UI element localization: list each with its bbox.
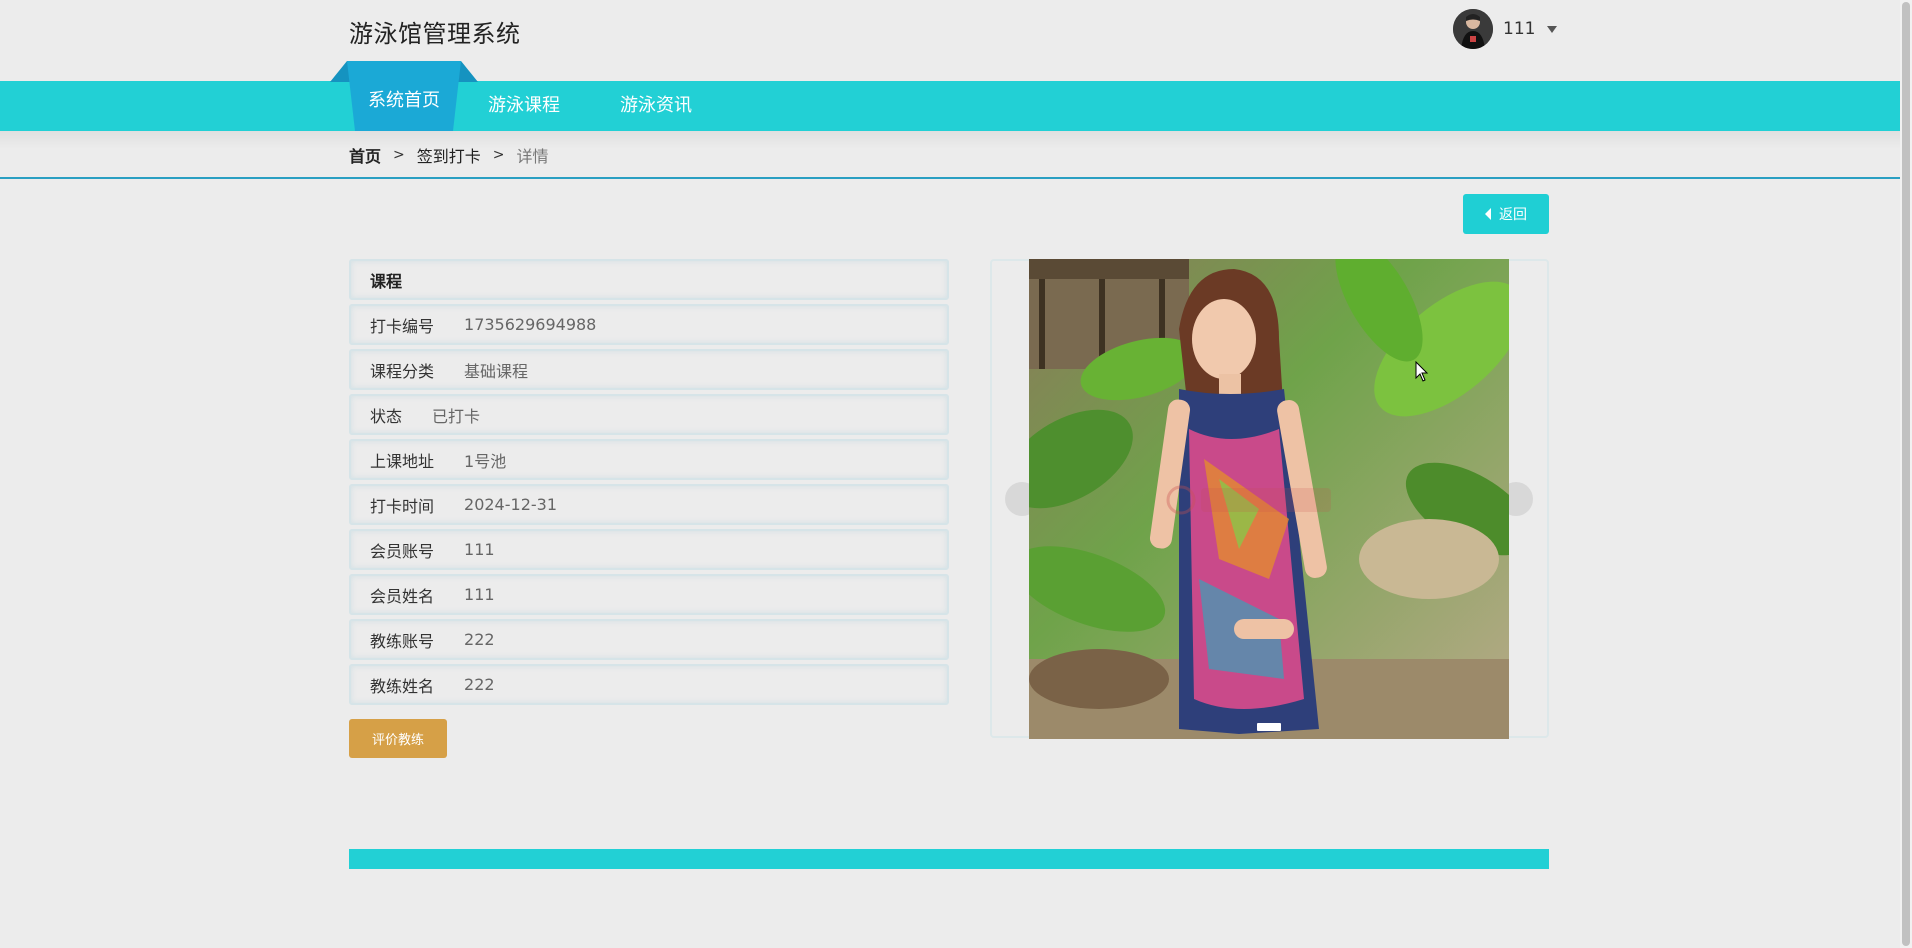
breadcrumb-separator: > [393, 147, 405, 163]
detail-label: 会员姓名 [370, 586, 435, 606]
breadcrumb-home[interactable]: 首页 [349, 143, 381, 167]
avatar[interactable] [1453, 9, 1493, 49]
detail-row-location: 上课地址 1号池 [349, 439, 949, 480]
detail-label: 状态 [370, 406, 403, 426]
detail-value: 基础课程 [464, 361, 529, 381]
mouse-cursor-icon [1415, 361, 1429, 382]
detail-label: 课程分类 [370, 361, 435, 381]
detail-row-member-account: 会员账号 111 [349, 529, 949, 570]
user-menu[interactable]: 111 [1453, 7, 1558, 51]
rate-coach-button[interactable]: 评价教练 [349, 719, 447, 758]
detail-row-category: 课程分类 基础课程 [349, 349, 949, 390]
detail-row-coach-account: 教练账号 222 [349, 619, 949, 660]
detail-value: 222 [464, 630, 495, 649]
breadcrumb-current: 详情 [516, 147, 549, 166]
username[interactable]: 111 [1503, 19, 1535, 39]
detail-row-checkin-time: 打卡时间 2024-12-31 [349, 484, 949, 525]
detail-row-checkin-no: 打卡编号 1735629694988 [349, 304, 949, 345]
detail-title-row: 课程 [349, 259, 949, 300]
detail-title: 课程 [370, 271, 403, 291]
detail-label: 打卡时间 [370, 496, 435, 516]
footer-bar [349, 849, 1549, 869]
detail-value: 2024-12-31 [464, 495, 557, 514]
detail-label: 教练账号 [370, 631, 435, 651]
detail-value: 222 [464, 675, 495, 694]
scrollbar-thumb[interactable] [1902, 2, 1910, 946]
chevron-down-icon[interactable] [1547, 25, 1558, 33]
breadcrumb: 首页 > 签到打卡 > 详情 [349, 143, 549, 167]
main-nav [0, 81, 1900, 131]
breadcrumb-bar [0, 131, 1900, 179]
detail-value: 已打卡 [432, 406, 481, 426]
site-title: 游泳馆管理系统 [349, 20, 521, 48]
nav-item-news[interactable]: 游泳资讯 [620, 81, 692, 131]
nav-item-courses[interactable]: 游泳课程 [488, 81, 560, 131]
caret-left-icon [1485, 208, 1491, 220]
page-scrollbar[interactable] [1900, 0, 1912, 948]
detail-label: 会员账号 [370, 541, 435, 561]
breadcrumb-section[interactable]: 签到打卡 [417, 143, 481, 167]
back-button[interactable]: 返回 [1463, 194, 1549, 234]
detail-value: 111 [464, 585, 495, 604]
breadcrumb-separator: > [492, 147, 505, 163]
detail-value: 1号池 [464, 451, 507, 471]
nav-item-home[interactable]: 系统首页 [368, 81, 440, 131]
detail-panel: 课程 打卡编号 1735629694988 课程分类 基础课程 状态 已打卡 上… [349, 259, 949, 709]
watermark-logo [1165, 480, 1345, 528]
detail-value: 111 [464, 540, 495, 559]
carousel-indicator[interactable] [1257, 723, 1281, 731]
detail-value: 1735629694988 [464, 315, 597, 334]
back-button-label: 返回 [1499, 207, 1527, 223]
detail-label: 上课地址 [370, 451, 435, 471]
detail-label: 教练姓名 [370, 676, 435, 696]
detail-label: 打卡编号 [370, 316, 435, 336]
detail-row-member-name: 会员姓名 111 [349, 574, 949, 615]
detail-row-status: 状态 已打卡 [349, 394, 949, 435]
detail-row-coach-name: 教练姓名 222 [349, 664, 949, 705]
